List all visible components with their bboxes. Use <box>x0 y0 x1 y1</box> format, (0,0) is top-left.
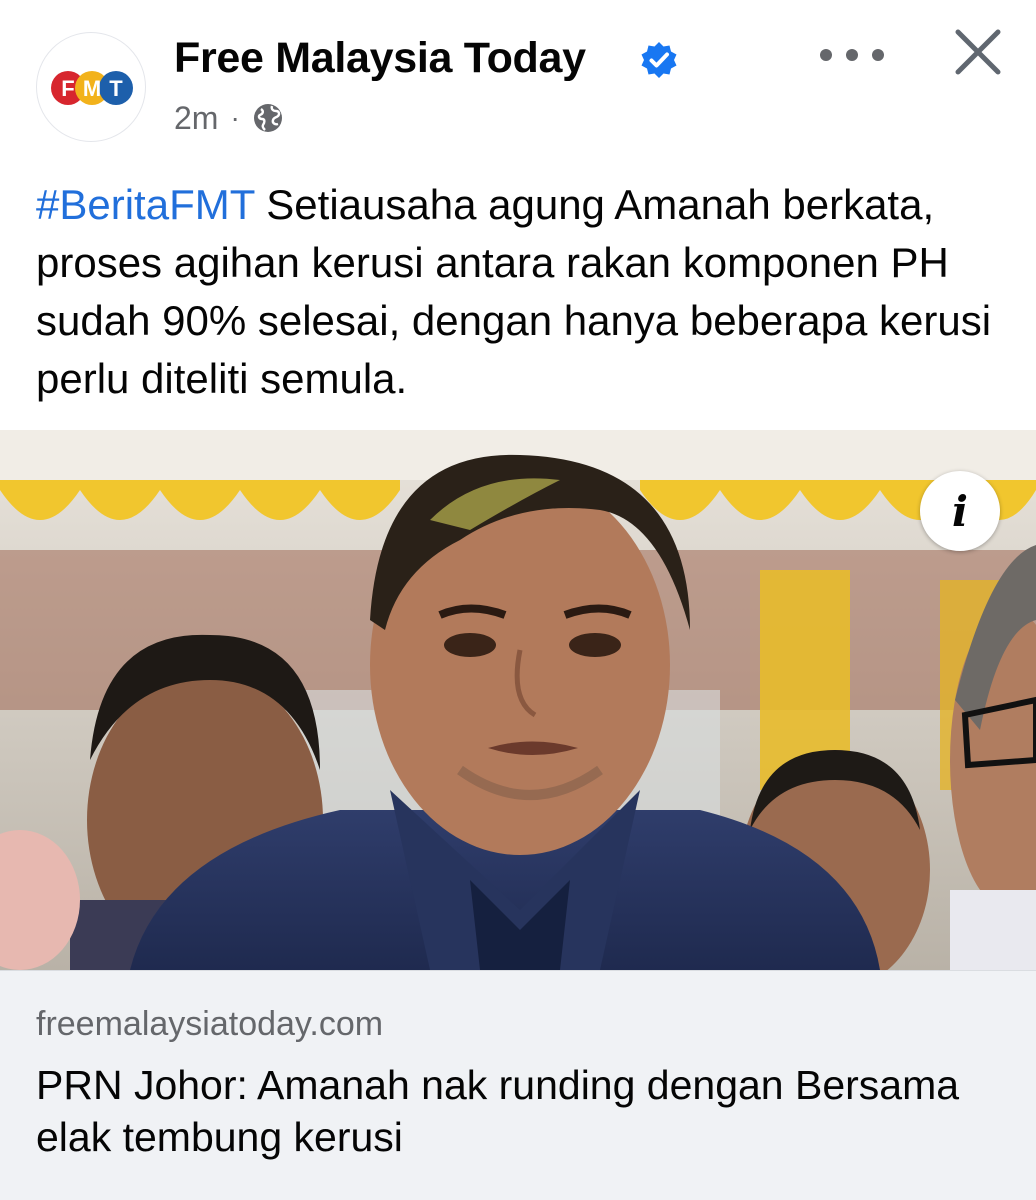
svg-text:F: F <box>61 76 74 101</box>
post-photo[interactable] <box>0 430 1036 970</box>
more-options-icon <box>820 49 832 61</box>
post-header: F M T Free Malaysia Today 2m · <box>0 0 1036 160</box>
more-options-button[interactable] <box>820 40 884 70</box>
close-icon[interactable] <box>950 24 1006 80</box>
fmt-logo: F M T <box>51 71 133 105</box>
svg-text:M: M <box>83 76 101 101</box>
page-name[interactable]: Free Malaysia Today <box>174 34 586 83</box>
link-title[interactable]: PRN Johor: Amanah nak runding dengan Ber… <box>36 1059 996 1163</box>
svg-text:T: T <box>109 76 123 101</box>
news-photo <box>0 430 1036 970</box>
hashtag-link[interactable]: #BeritaFMT <box>36 181 255 228</box>
post-timestamp[interactable]: 2m <box>174 100 218 137</box>
link-preview-card[interactable]: freemalaysiatoday.com PRN Johor: Amanah … <box>0 970 1036 1200</box>
link-domain: freemalaysiatoday.com <box>36 1005 384 1043</box>
verified-badge-icon <box>641 42 677 78</box>
meta-separator: · <box>230 102 240 133</box>
post-meta: 2m · <box>174 98 284 138</box>
page-avatar[interactable]: F M T <box>36 32 146 142</box>
globe-icon <box>253 104 282 132</box>
info-button[interactable]: i <box>920 471 1000 551</box>
post-text: #BeritaFMT Setiausaha agung Amanah berka… <box>36 176 996 408</box>
